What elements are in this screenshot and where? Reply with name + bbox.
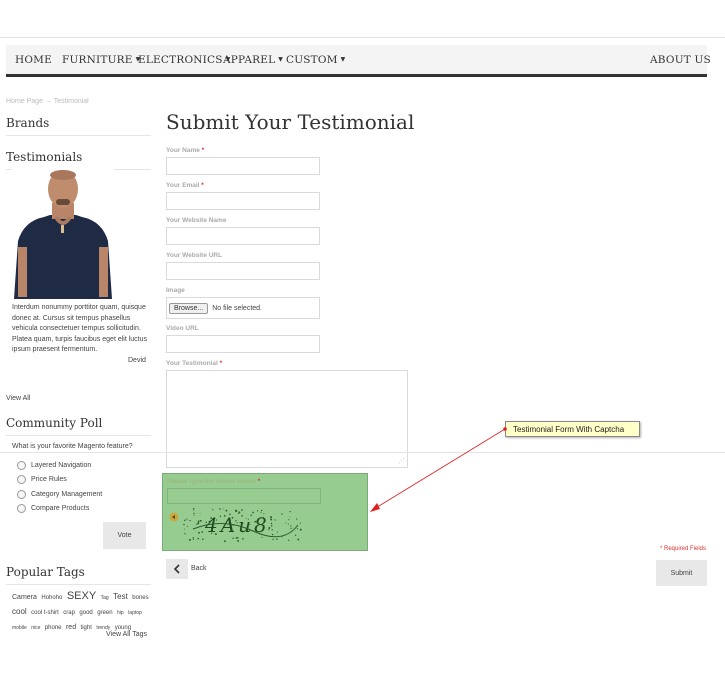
captcha-label: Please type the letters below *	[167, 478, 261, 485]
divider	[0, 452, 725, 453]
nav-about-us[interactable]: ABOUT US	[650, 54, 711, 66]
nav-custom[interactable]: CUSTOM ▼	[286, 54, 345, 66]
tag-link[interactable]: SEXY	[67, 590, 96, 602]
website-url-input[interactable]	[166, 262, 320, 280]
tag-link[interactable]: good	[79, 610, 92, 616]
annotation-callout: Testimonial Form With Captcha	[505, 421, 640, 437]
poll-question: What is your favorite Magento feature?	[12, 443, 133, 450]
tag-link[interactable]: Camera	[12, 594, 37, 601]
tag-link[interactable]: hip	[117, 610, 124, 616]
brands-heading: Brands	[6, 116, 151, 136]
name-input[interactable]	[166, 157, 320, 175]
website-name-input[interactable]	[166, 227, 320, 245]
testimonials-heading: Testimonials	[6, 150, 151, 170]
radio-button[interactable]	[17, 490, 26, 499]
community-poll-heading: Community Poll	[6, 416, 151, 436]
tag-link[interactable]: green	[97, 610, 112, 616]
poll-option[interactable]: Price Rules	[17, 475, 67, 484]
image-label: Image	[166, 287, 185, 294]
captcha-input[interactable]	[167, 488, 321, 504]
image-file-input[interactable]: Browse... No file selected.	[166, 297, 320, 319]
page-title: Submit Your Testimonial	[166, 110, 415, 134]
popular-tags-heading: Popular Tags	[6, 565, 151, 585]
captcha-panel: Please type the letters below * 4Au8	[162, 473, 368, 551]
top-divider	[0, 37, 725, 38]
tag-link[interactable]: tight	[81, 625, 92, 631]
tag-link[interactable]: Test	[113, 592, 128, 601]
poll-option[interactable]: Category Management	[17, 490, 102, 499]
breadcrumb[interactable]: Home Page → Testimonial	[6, 98, 89, 105]
testimonial-author: Devid	[128, 357, 146, 364]
radio-button[interactable]	[17, 461, 26, 470]
tag-link[interactable]: mobile	[12, 625, 27, 631]
tag-link[interactable]: cool	[12, 607, 27, 616]
website-url-label: Your Website URL	[166, 252, 223, 259]
refresh-icon[interactable]	[169, 512, 179, 522]
email-input[interactable]	[166, 192, 320, 210]
video-url-input[interactable]	[166, 335, 320, 353]
no-file-text: No file selected.	[212, 304, 262, 312]
nav-apparel[interactable]: APPAREL ▼	[223, 54, 283, 66]
tag-cloud: Camera Hohoho SEXY Tag Test bones cool c…	[12, 589, 152, 634]
radio-button[interactable]	[17, 504, 26, 513]
nav-electronics[interactable]: ELECTRONICS ▼	[138, 54, 230, 66]
tag-link[interactable]: laptop	[128, 610, 142, 616]
email-label: Your Email *	[166, 182, 204, 189]
resize-grip-icon[interactable]: ⋰	[398, 457, 405, 465]
tag-link[interactable]: red	[66, 624, 76, 631]
required-fields-note: * Required Fields	[660, 546, 707, 552]
tag-link[interactable]: cool t-shirt	[31, 610, 59, 616]
testimonial-author-photo	[12, 169, 114, 299]
testimonial-textarea[interactable]: ⋰	[166, 370, 408, 468]
back-link[interactable]: Back	[191, 565, 207, 572]
tag-link[interactable]: Tag	[101, 595, 109, 601]
vote-button[interactable]: Vote	[103, 522, 146, 549]
view-all-tags-link[interactable]: View All Tags	[106, 631, 147, 638]
nav-home[interactable]: HOME	[15, 54, 52, 66]
name-label: Your Name *	[166, 147, 205, 154]
website-name-label: Your Website Name	[166, 217, 227, 224]
nav-furniture[interactable]: FURNITURE ▼	[62, 54, 140, 66]
testimonial-label: Your Testimonial *	[166, 360, 223, 367]
tag-link[interactable]: phone	[45, 625, 62, 631]
tag-link[interactable]: crap	[63, 610, 75, 616]
video-url-label: Video URL	[166, 325, 199, 332]
browse-button[interactable]: Browse...	[169, 302, 209, 314]
view-all-testimonials-link[interactable]: View All	[6, 395, 30, 402]
tag-link[interactable]: Hohoho	[41, 595, 62, 601]
poll-option[interactable]: Compare Products	[17, 504, 89, 513]
tag-link[interactable]: nice	[31, 625, 40, 631]
back-button[interactable]	[166, 559, 188, 579]
main-nav: HOME FURNITURE ▼ ELECTRONICS ▼ APPAREL ▼ CU…	[6, 45, 711, 77]
chevron-left-icon	[173, 564, 180, 574]
chevron-down-icon: ▼	[340, 56, 346, 63]
chevron-down-icon: ▼	[278, 56, 284, 63]
submit-button[interactable]: Submit	[656, 560, 707, 586]
captcha-image: 4Au8	[183, 507, 302, 543]
tag-link[interactable]: bones	[132, 595, 148, 601]
radio-button[interactable]	[17, 475, 26, 484]
poll-option[interactable]: Layered Navigation	[17, 461, 91, 470]
testimonial-quote: Interdum nonummy porttitor quam, quisque…	[12, 304, 148, 353]
